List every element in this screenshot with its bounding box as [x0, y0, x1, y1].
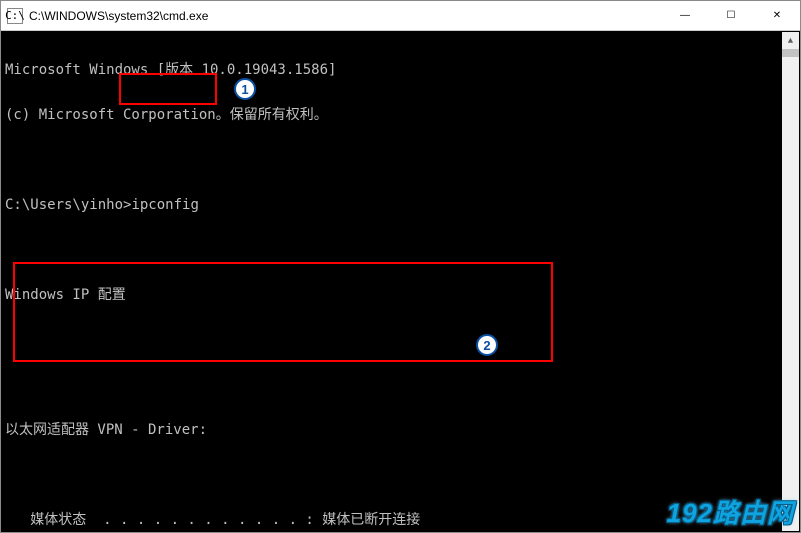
prompt-line: C:\Users\yinho>ipconfig — [5, 198, 796, 213]
adapter-media-state: 媒体状态 . . . . . . . . . . . . : 媒体已断开连接 — [5, 513, 796, 528]
blank-line — [5, 243, 796, 258]
scrollbar-thumb[interactable] — [782, 49, 799, 57]
cmd-icon: C:\ — [7, 8, 23, 24]
copyright-line: (c) Microsoft Corporation。保留所有权利。 — [5, 108, 796, 123]
maximize-button[interactable]: ☐ — [708, 1, 754, 30]
scroll-up-button[interactable]: ▲ — [782, 32, 799, 49]
scroll-down-button[interactable]: ▼ — [782, 514, 799, 531]
adapter-title: 以太网适配器 VPN - Driver: — [5, 423, 796, 438]
blank-line — [5, 378, 796, 393]
prompt-path: C:\Users\yinho> — [5, 197, 131, 213]
close-button[interactable]: ✕ — [754, 1, 800, 30]
vertical-scrollbar[interactable]: ▲ ▼ — [782, 32, 799, 531]
window-controls: — ☐ ✕ — [662, 1, 800, 30]
prompt-command: ipconfig — [131, 197, 198, 213]
banner-line: Microsoft Windows [版本 10.0.19043.1586] — [5, 63, 796, 78]
window-title: C:\WINDOWS\system32\cmd.exe — [29, 9, 662, 23]
blank-line — [5, 153, 796, 168]
blank-line — [5, 333, 796, 348]
terminal-output[interactable]: Microsoft Windows [版本 10.0.19043.1586] (… — [1, 31, 800, 532]
minimize-button[interactable]: — — [662, 1, 708, 30]
scrollbar-track[interactable] — [782, 49, 799, 514]
ipconfig-header: Windows IP 配置 — [5, 288, 796, 303]
window-titlebar: C:\ C:\WINDOWS\system32\cmd.exe — ☐ ✕ — [1, 1, 800, 31]
blank-line — [5, 468, 796, 483]
